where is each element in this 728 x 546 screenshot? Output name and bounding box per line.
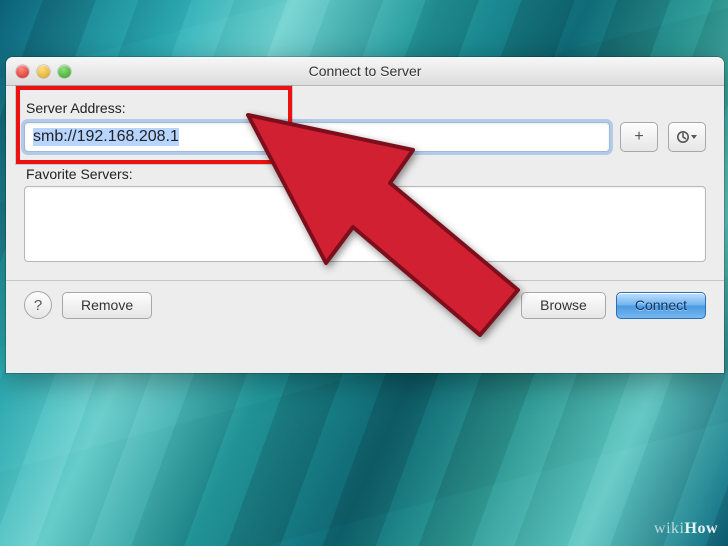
favorite-servers-label: Favorite Servers:: [26, 166, 706, 182]
browse-button[interactable]: Browse: [521, 292, 606, 319]
plus-icon: +: [634, 128, 643, 146]
server-address-input[interactable]: [24, 122, 610, 152]
dialog-footer: ? Remove Browse Connect: [24, 291, 706, 319]
add-server-button[interactable]: +: [620, 122, 658, 152]
connect-button[interactable]: Connect: [616, 292, 706, 319]
desktop-background: Connect to Server Server Address: + Favo…: [0, 0, 728, 546]
history-button[interactable]: [668, 122, 706, 152]
clock-dropdown-icon: [676, 129, 698, 145]
window-title: Connect to Server: [6, 63, 724, 79]
server-address-row: +: [24, 122, 706, 152]
window-titlebar[interactable]: Connect to Server: [6, 57, 724, 86]
favorite-servers-list[interactable]: [24, 186, 706, 262]
connect-to-server-window: Connect to Server Server Address: + Favo…: [6, 57, 724, 373]
help-icon: ?: [34, 297, 42, 314]
remove-button[interactable]: Remove: [62, 292, 152, 319]
watermark: wikiHow: [654, 520, 718, 538]
window-content: Server Address: + Favorite Servers:: [6, 86, 724, 333]
divider: [6, 280, 724, 281]
server-address-label: Server Address:: [26, 100, 706, 116]
help-button[interactable]: ?: [24, 291, 52, 319]
